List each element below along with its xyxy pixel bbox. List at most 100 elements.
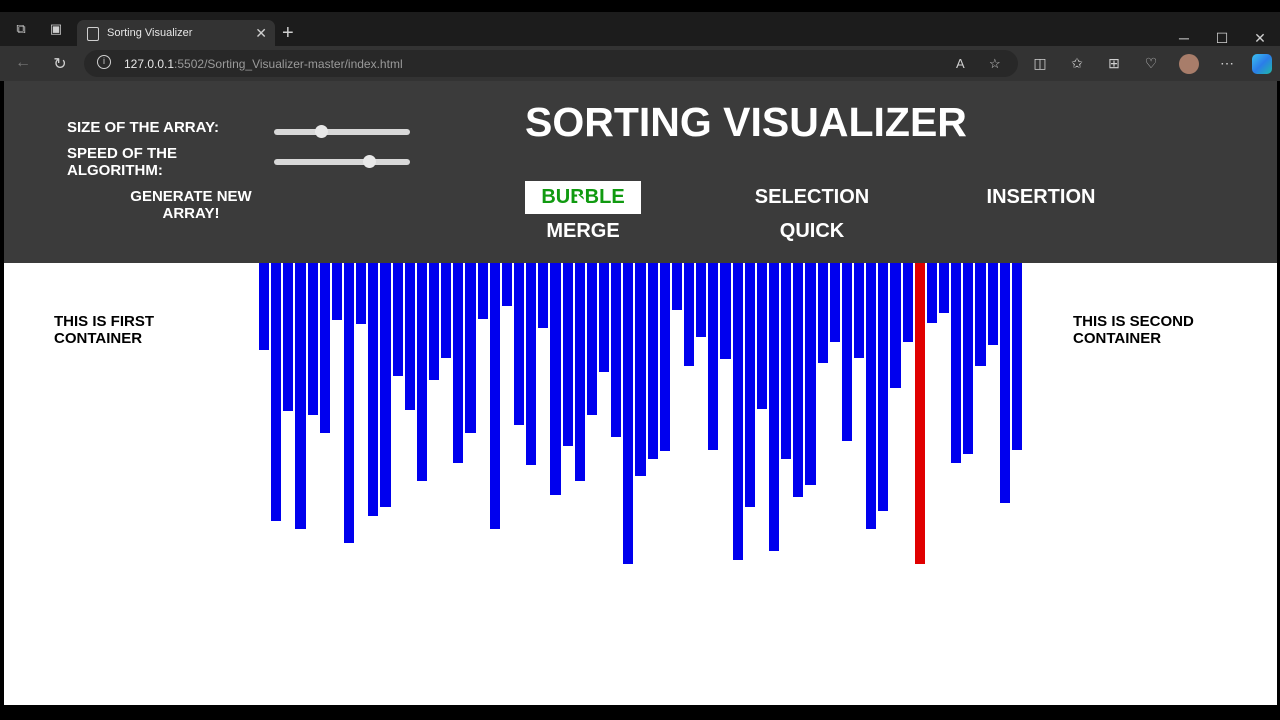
array-bar xyxy=(526,263,537,465)
array-bar xyxy=(441,263,452,358)
array-bar xyxy=(732,263,743,560)
tab-actions-icon[interactable]: ▣ xyxy=(47,20,65,38)
quick-sort-button[interactable]: QUICK xyxy=(752,215,872,248)
array-bar xyxy=(344,263,355,543)
browser-window: ⧉ ▣ ─ ☐ ✕ Sorting Visualizer ✕ + ← ↻ i 1… xyxy=(0,0,1280,720)
favorite-star-icon[interactable]: ☆ xyxy=(989,56,1001,72)
speed-label-line2: ALGORITHM: xyxy=(67,162,163,179)
array-bar xyxy=(999,263,1010,503)
app-header: SIZE OF THE ARRAY: SPEED OF THE ALGORITH… xyxy=(4,81,1277,263)
url-field[interactable]: i 127.0.0.1:5502/Sorting_Visualizer-mast… xyxy=(84,50,1018,77)
array-bar xyxy=(368,263,379,516)
selection-sort-button[interactable]: SELECTION xyxy=(742,181,882,214)
array-bar xyxy=(538,263,549,328)
array-bar xyxy=(586,263,597,415)
array-bar xyxy=(574,263,585,481)
array-bar xyxy=(465,263,476,433)
first-container-line1: THIS IS FIRST xyxy=(54,313,155,330)
array-bar xyxy=(623,263,634,564)
page-title: SORTING VISUALIZER xyxy=(525,99,967,145)
generate-array-button[interactable]: GENERATE NEW ARRAY! xyxy=(122,188,260,222)
size-slider[interactable] xyxy=(274,125,410,138)
first-container: THIS IS FIRST CONTAINER xyxy=(54,313,154,347)
url-text[interactable]: 127.0.0.1:5502/Sorting_Visualizer-master… xyxy=(124,57,403,71)
close-tab-icon[interactable]: ✕ xyxy=(255,25,267,42)
array-bar xyxy=(599,263,610,372)
array-bar xyxy=(416,263,427,481)
array-bar-active xyxy=(914,263,925,564)
array-bar xyxy=(939,263,950,313)
size-slider-thumb[interactable] xyxy=(314,125,328,138)
array-bar xyxy=(271,263,282,521)
array-bar xyxy=(501,263,512,306)
array-bar xyxy=(951,263,962,463)
array-bar xyxy=(744,263,755,507)
array-bar xyxy=(805,263,816,485)
browser-tab[interactable]: Sorting Visualizer ✕ xyxy=(77,20,275,48)
array-bar xyxy=(841,263,852,441)
array-bar xyxy=(720,263,731,359)
array-bar xyxy=(453,263,464,463)
address-bar: ← ↻ i 127.0.0.1:5502/Sorting_Visualizer-… xyxy=(0,46,1280,81)
more-menu-icon[interactable]: ⋯ xyxy=(1217,55,1237,72)
array-bar xyxy=(878,263,889,511)
new-tab-icon[interactable]: + xyxy=(282,22,294,45)
array-bar xyxy=(283,263,294,411)
refresh-icon[interactable]: ↻ xyxy=(50,54,70,74)
split-screen-icon[interactable]: ◫ xyxy=(1030,55,1050,72)
array-bar xyxy=(514,263,525,425)
array-bar xyxy=(429,263,440,380)
close-window-icon[interactable]: ✕ xyxy=(1250,30,1270,47)
array-bar xyxy=(890,263,901,388)
page-icon xyxy=(87,27,99,41)
back-icon[interactable]: ← xyxy=(13,54,33,72)
insertion-sort-button[interactable]: INSERTION xyxy=(974,181,1108,214)
array-bar xyxy=(319,263,330,433)
speed-label-line1: SPEED OF THE xyxy=(67,145,178,162)
array-bar xyxy=(696,263,707,337)
array-bar xyxy=(902,263,913,342)
copilot-icon[interactable] xyxy=(1252,54,1272,74)
array-bar xyxy=(781,263,792,459)
array-bar xyxy=(829,263,840,342)
profile-avatar[interactable] xyxy=(1179,54,1199,74)
array-bar xyxy=(295,263,306,529)
speed-slider[interactable] xyxy=(274,155,410,168)
array-bar xyxy=(817,263,828,363)
generate-label-line1: GENERATE NEW xyxy=(130,188,252,205)
tab-title: Sorting Visualizer xyxy=(107,27,193,39)
array-bar xyxy=(550,263,561,495)
array-bar xyxy=(708,263,719,450)
speed-label: SPEED OF THE ALGORITHM: xyxy=(67,145,177,179)
favorites-icon[interactable]: ✩ xyxy=(1067,55,1087,72)
array-bar xyxy=(975,263,986,366)
url-host: 127.0.0.1 xyxy=(124,57,175,71)
array-bar xyxy=(793,263,804,497)
workspaces-icon[interactable]: ⧉ xyxy=(12,20,30,38)
merge-sort-button[interactable]: MERGE xyxy=(525,215,641,248)
second-container-line2: CONTAINER xyxy=(1073,330,1162,347)
array-bar xyxy=(331,263,342,320)
array-bar xyxy=(562,263,573,446)
array-bar xyxy=(307,263,318,415)
array-bar xyxy=(671,263,682,310)
array-bar xyxy=(380,263,391,507)
array-bar xyxy=(1011,263,1022,450)
array-bar xyxy=(477,263,488,319)
array-bar xyxy=(647,263,658,459)
minimize-icon[interactable]: ─ xyxy=(1174,30,1194,46)
second-container: THIS IS SECOND CONTAINER xyxy=(1073,313,1194,347)
site-info-icon[interactable]: i xyxy=(97,55,111,69)
array-bar xyxy=(926,263,937,323)
url-path: :5502/Sorting_Visualizer-master/index.ht… xyxy=(174,57,403,71)
read-aloud-icon[interactable]: A xyxy=(956,56,965,71)
speed-slider-thumb[interactable] xyxy=(362,155,376,168)
collections-icon[interactable]: ⊞ xyxy=(1104,55,1124,72)
array-bar xyxy=(356,263,367,324)
browser-essentials-icon[interactable]: ♡ xyxy=(1141,55,1161,72)
generate-label-line2: ARRAY! xyxy=(162,205,220,222)
first-container-line2: CONTAINER xyxy=(54,330,143,347)
maximize-icon[interactable]: ☐ xyxy=(1212,30,1232,47)
array-bar xyxy=(963,263,974,454)
array-bar xyxy=(854,263,865,358)
